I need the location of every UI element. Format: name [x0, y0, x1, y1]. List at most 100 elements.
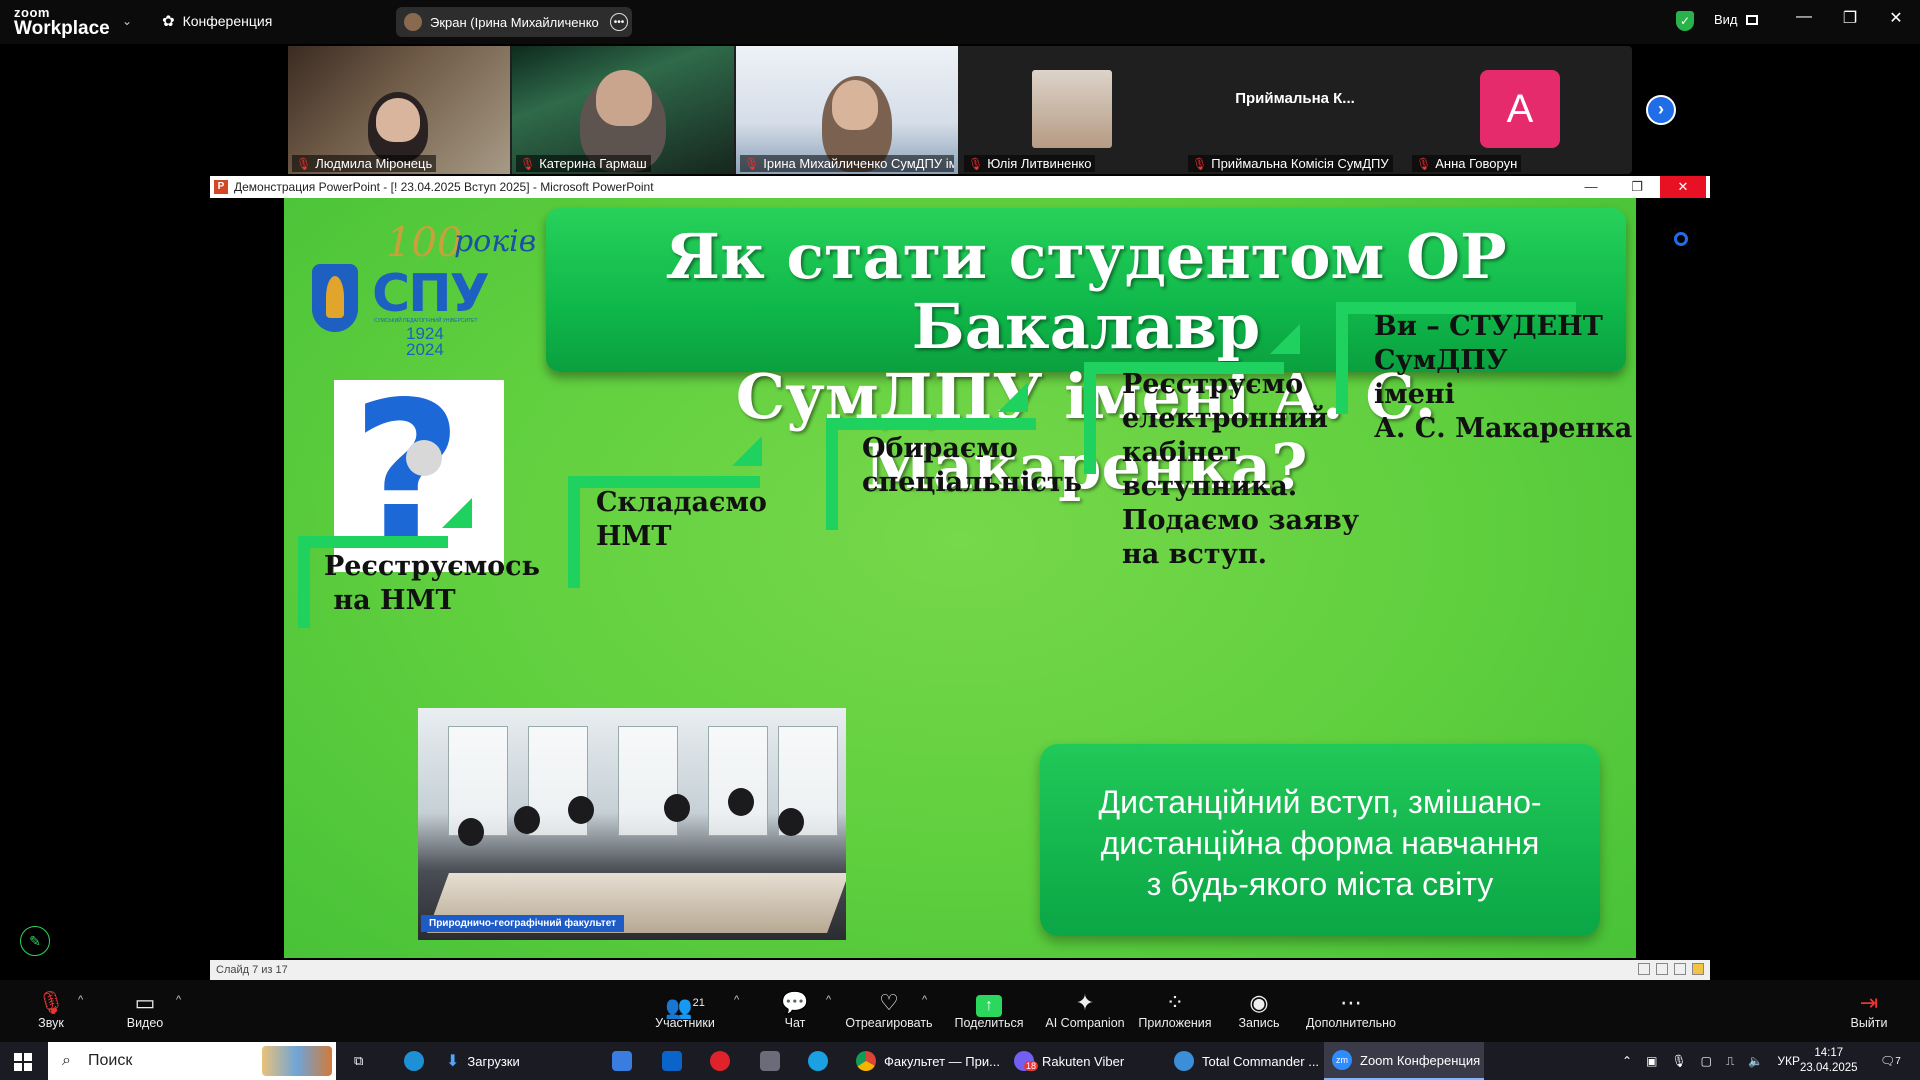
step-3-line: спеціальність [862, 467, 1082, 498]
participants-strip: 🎙 Людмила Міронець 🎙 Катерина Гармаш 🎙 Ірин… [288, 46, 1632, 174]
meeting-controls-toolbar: 🎙 Звук ^ ▭ Видео ^ 👥21 Участники ^ 💬 Чат… [0, 980, 1920, 1042]
participant-face [832, 80, 878, 130]
volume-icon[interactable]: 🔈 [1748, 1054, 1763, 1068]
student-figure [514, 806, 540, 834]
step-3-text: Обираємо спеціальність [862, 432, 1082, 500]
participant-tile[interactable]: 🎙 Катерина Гармаш [512, 46, 734, 174]
step-1-line: на НМТ [324, 585, 456, 616]
distance-line: дистанційна форма навчання [1100, 825, 1540, 861]
share-screen-icon: ↑ [934, 990, 1044, 1017]
tray-camera-icon[interactable]: ▣ [1646, 1054, 1657, 1068]
outlook-icon[interactable] [654, 1042, 690, 1080]
encryption-shield-icon[interactable]: ✓ [1676, 11, 1694, 31]
view-button[interactable]: Вид [1714, 12, 1758, 27]
share-screen-button[interactable]: ↑ Поделиться [934, 990, 1044, 1030]
system-clock[interactable]: 14:17 23.04.2025 [1800, 1046, 1858, 1076]
record-label: Запись [1238, 1016, 1280, 1030]
input-language[interactable]: УКР [1777, 1054, 1800, 1068]
view-label: Вид [1714, 12, 1738, 27]
network-icon[interactable]: ⎍ [1726, 1054, 1734, 1069]
sorter-view-icon[interactable] [1656, 963, 1668, 975]
taskbar-search[interactable]: ⌕ Поиск [48, 1042, 336, 1080]
zoom-workplace-logo[interactable]: zoom Workplace [14, 6, 110, 38]
audio-label: Звук [38, 1016, 64, 1030]
participant-name: 🎙 Анна Говорун [1412, 155, 1522, 172]
participant-tile[interactable]: 🎙 Людмила Міронець [288, 46, 510, 174]
participants-icon: 👥21 [665, 994, 705, 1020]
step-arrow-tip [998, 382, 1028, 412]
more-button[interactable]: ⋯ Дополнительно [1296, 990, 1406, 1030]
more-ellipsis-icon: ⋯ [1340, 990, 1362, 1015]
participant-avatar: A [1480, 70, 1560, 148]
step-5-line: імені [1374, 379, 1455, 410]
taskbar-viber[interactable]: 18 Rakuten Viber [1006, 1042, 1132, 1080]
edge-icon[interactable] [396, 1042, 432, 1080]
zoom-meeting-window: zoom Workplace ⌄ ✿ Конференция Экран (Ір… [0, 0, 1920, 1080]
taskbar-chrome[interactable]: Факультет — При... [848, 1042, 1008, 1080]
chat-caret-icon[interactable]: ^ [826, 994, 831, 1006]
participant-name: 🎙 Людмила Міронець [292, 155, 437, 172]
store-icon[interactable] [604, 1042, 640, 1080]
taskbar-downloads[interactable]: ⬇ Загрузки [438, 1042, 528, 1080]
slideshow-view-icon[interactable] [1692, 963, 1704, 975]
screen-share-tab[interactable]: Экран (Ірина Михайличенко Су ••• [396, 7, 632, 37]
step-2-line: НМТ [596, 521, 672, 552]
step-1-line: Реєструємось [324, 551, 540, 582]
skype-icon[interactable] [800, 1042, 836, 1080]
leave-label: Выйти [1850, 1016, 1888, 1030]
taskbar-total-commander[interactable]: Total Commander ... [1166, 1042, 1327, 1080]
participant-name-label: Юлія Литвиненко [987, 156, 1092, 171]
task-view-icon[interactable]: ⧉ [346, 1042, 371, 1080]
audio-options-caret-icon[interactable]: ^ [78, 994, 83, 1006]
reading-view-icon[interactable] [1674, 963, 1686, 975]
ppt-close-button[interactable]: ✕ [1660, 176, 1706, 198]
taskbar-zoom[interactable]: zm Zoom Конференция [1324, 1042, 1484, 1080]
view-controls [1638, 963, 1704, 975]
leave-button[interactable]: ⇥ Выйти [1814, 990, 1920, 1030]
meeting-menu[interactable]: ✿ Конференция [162, 12, 272, 30]
maximize-button[interactable]: ❐ [1830, 8, 1870, 28]
pen-nib-icon [326, 276, 344, 318]
participants-button[interactable]: 👥21 Участники [630, 990, 740, 1030]
chevron-down-icon[interactable]: ⌄ [122, 14, 132, 28]
ppt-restore-button[interactable]: ❐ [1614, 176, 1660, 198]
step-4-text: Реєструємо електронний кабінет вступника… [1122, 368, 1359, 572]
tray-chevron-icon[interactable]: ⌃ [1622, 1054, 1632, 1068]
notifications-count: 7 [1895, 1055, 1901, 1067]
mic-muted-icon: 🎙 [744, 156, 760, 171]
step-4-line: Подаємо заяву [1122, 505, 1360, 536]
react-button[interactable]: ♡ Отреагировать [834, 990, 944, 1030]
react-label: Отреагировать [845, 1016, 933, 1030]
participant-name-label: Ірина Михайличенко СумДПУ імен... [763, 156, 954, 171]
step-4-line: кабінет [1122, 437, 1241, 468]
student-figure [778, 808, 804, 836]
ppt-minimize-button[interactable]: — [1568, 176, 1614, 198]
normal-view-icon[interactable] [1638, 963, 1650, 975]
participant-name: 🎙Ірина Михайличенко СумДПУ імен... [740, 155, 954, 172]
clock-time: 14:17 [1814, 1047, 1844, 1059]
video-button[interactable]: ▭ Видео [90, 990, 200, 1030]
windows-start-icon[interactable] [14, 1053, 32, 1071]
ai-companion-label: AI Companion [1045, 1016, 1125, 1030]
student-figure [458, 818, 484, 846]
tray-screen-icon[interactable]: ▢ [1701, 1054, 1712, 1068]
close-button[interactable]: ✕ [1876, 8, 1916, 28]
step-4-line: на вступ. [1122, 539, 1268, 570]
more-options-icon[interactable]: ••• [610, 13, 628, 31]
participants-caret-icon[interactable]: ^ [734, 994, 739, 1006]
participant-tile-active-speaker[interactable]: 🎙Ірина Михайличенко СумДПУ імен... [736, 46, 958, 174]
logo-year-end: 2024 [406, 340, 444, 359]
annotate-pen-icon[interactable]: ✎ [20, 926, 50, 956]
opera-icon[interactable] [702, 1042, 738, 1080]
participant-name-label: Катерина Гармаш [539, 156, 647, 171]
video-options-caret-icon[interactable]: ^ [176, 994, 181, 1006]
notifications-button[interactable]: 🗨 7 [1880, 1042, 1901, 1080]
minimize-button[interactable]: — [1784, 8, 1824, 26]
next-page-arrow-icon[interactable]: › [1646, 95, 1676, 125]
react-caret-icon[interactable]: ^ [922, 994, 927, 1006]
participant-name: 🎙 Приймальна Комісія СумДПУ [1188, 155, 1393, 172]
tray-mic-icon[interactable]: 🎙 [1671, 1054, 1686, 1068]
calculator-icon[interactable] [752, 1042, 788, 1080]
participant-tile[interactable]: Приймальна К... 🎙 Приймальна Комісія СумД… [1184, 46, 1406, 174]
participants-count: 21 [692, 997, 705, 1009]
